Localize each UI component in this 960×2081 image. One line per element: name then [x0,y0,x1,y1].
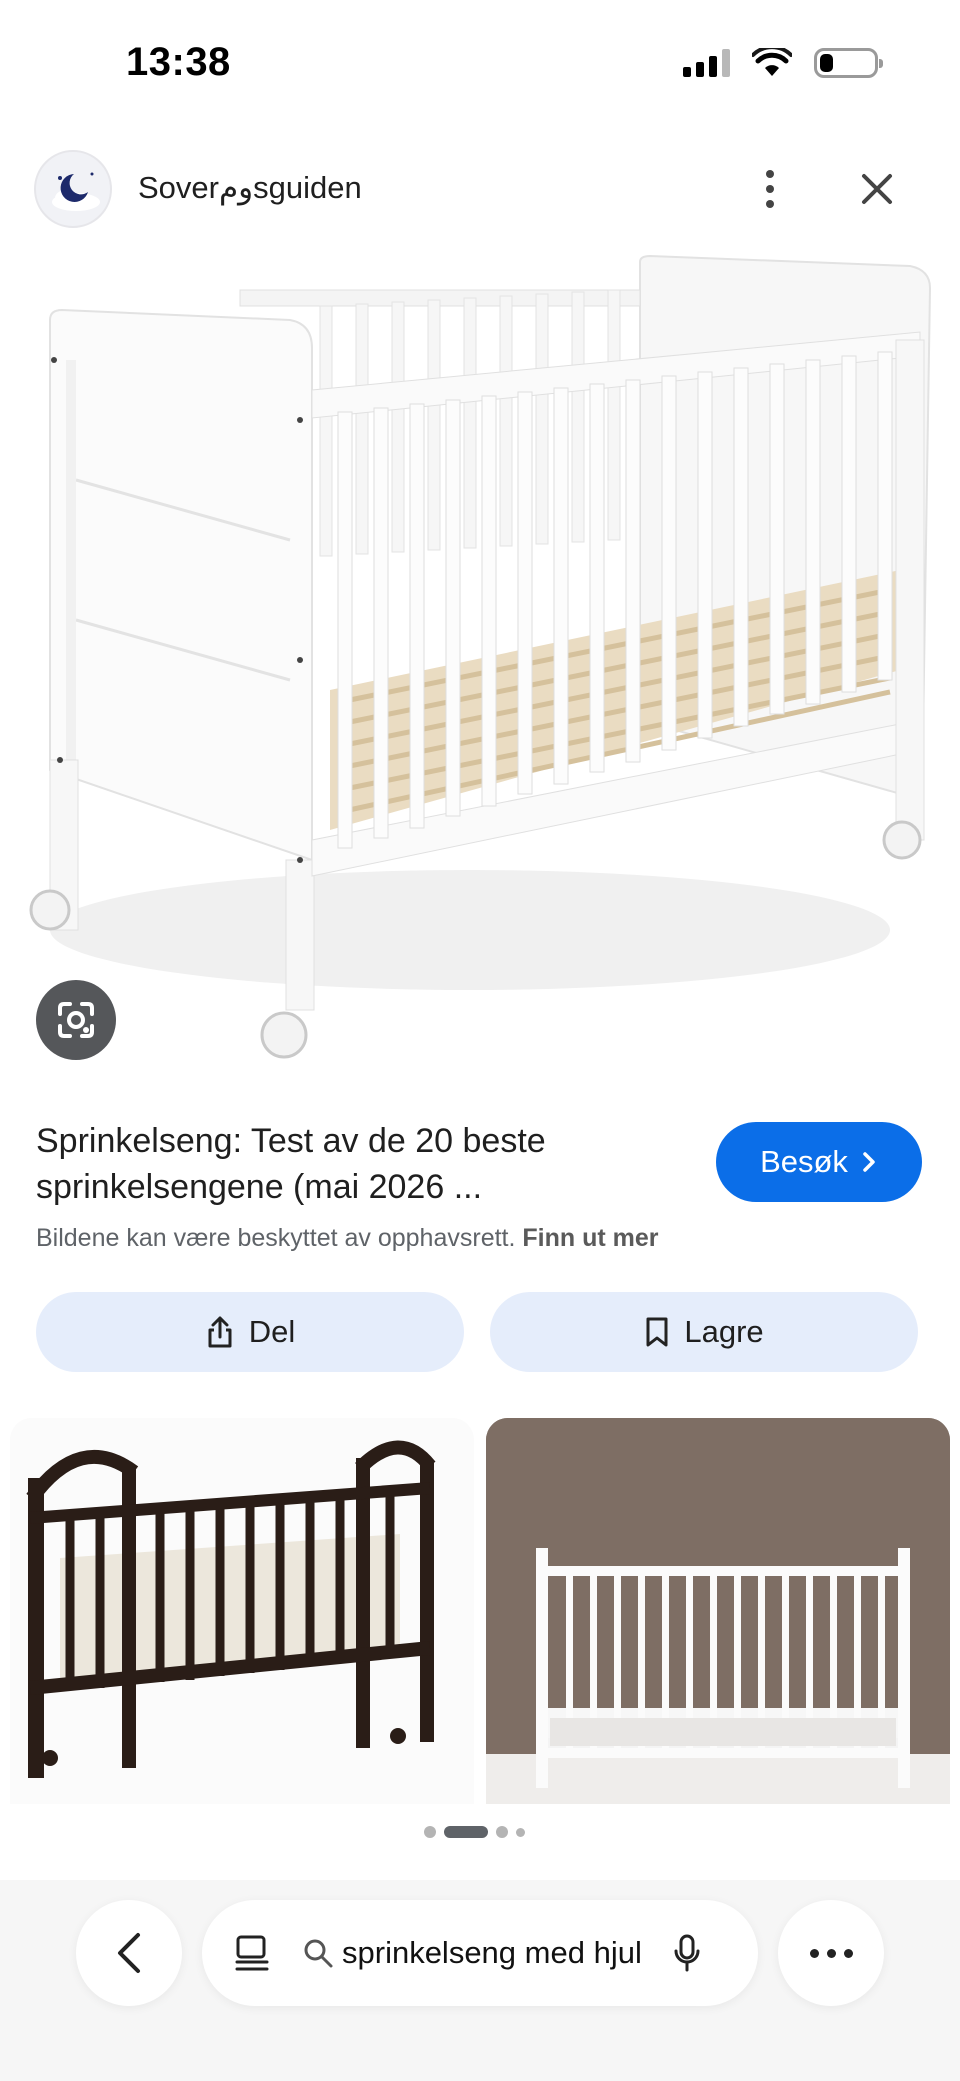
microphone-icon[interactable] [672,1933,702,1973]
pager-dot-active [444,1826,488,1838]
pager-dot [424,1826,436,1838]
status-icons [683,48,883,78]
kebab-menu-icon[interactable] [748,164,792,214]
search-query[interactable]: sprinkelseng med hjul [342,1935,642,1971]
tabs-icon[interactable] [232,1933,272,1973]
image-pager [424,1826,525,1838]
copyright-text: Bildene kan være beskyttet av opphavsret… [36,1224,516,1252]
share-button[interactable]: Del [36,1292,464,1372]
status-time: 13:38 [126,40,231,84]
save-button[interactable]: Lagre [490,1292,918,1372]
cellular-signal-icon [683,49,730,77]
search-icon [304,1939,333,1968]
wifi-icon [752,48,792,76]
search-bar[interactable]: sprinkelseng med hjul [202,1900,758,2006]
copyright-notice: Bildene kan være beskyttet av opphavsret… [36,1224,659,1253]
google-lens-icon [58,1002,94,1038]
bottom-toolbar: sprinkelseng med hjul [0,1880,960,2081]
white-crib-image [486,1418,950,1804]
share-label: Del [248,1314,296,1349]
share-icon [208,1316,232,1348]
more-icon [809,1948,819,1958]
source-header: Soverومsguiden [0,150,960,228]
pager-dot [516,1827,525,1837]
result-title[interactable]: Sprinkelseng: Test av de 20 beste sprink… [36,1118,676,1210]
chevron-right-icon [863,1152,875,1172]
related-image-2[interactable] [486,1418,950,1804]
pager-dot [496,1826,508,1838]
close-icon[interactable] [852,164,902,214]
visit-label: Besøk [760,1144,848,1179]
source-logo[interactable] [34,150,112,228]
back-chevron-icon [118,1933,140,1973]
white-crib-with-wheels-image [29,254,932,1059]
bookmark-icon [646,1317,668,1347]
main-image[interactable] [0,240,960,1080]
google-lens-button[interactable] [36,980,116,1060]
moon-cloud-logo [52,172,100,211]
related-image-1[interactable] [10,1418,474,1804]
source-name[interactable]: Soverومsguiden [138,170,362,206]
status-bar: 13:38 [0,0,960,130]
visit-button[interactable]: Besøk [716,1122,922,1202]
learn-more-link[interactable]: Finn ut mer [522,1224,658,1252]
back-button[interactable] [76,1900,182,2006]
battery-fill [820,54,833,72]
dark-wood-crib-image [10,1418,474,1804]
battery-icon [814,48,883,78]
save-label: Lagre [684,1314,764,1349]
more-button[interactable] [778,1900,884,2006]
